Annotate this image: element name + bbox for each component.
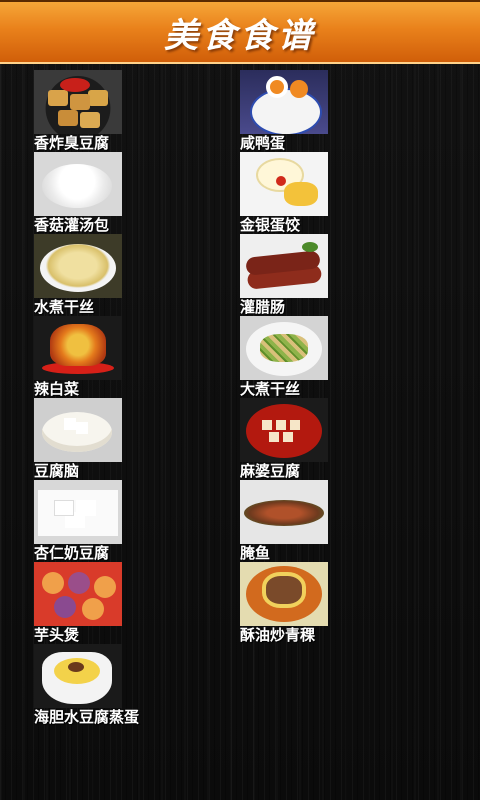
recipe-name: 杏仁奶豆腐: [34, 544, 110, 562]
recipe-name: 海胆水豆腐蒸蛋: [34, 708, 140, 726]
recipe-item[interactable]: 大煮干丝: [240, 316, 440, 398]
recipe-name: 灌腊肠: [240, 298, 286, 316]
recipe-item[interactable]: 麻婆豆腐: [240, 398, 440, 480]
recipe-item[interactable]: 咸鸭蛋: [240, 70, 440, 152]
recipe-name: 腌鱼: [240, 544, 271, 562]
recipe-thumbnail: [240, 70, 328, 134]
recipe-name: 麻婆豆腐: [240, 462, 301, 480]
recipe-thumbnail: [240, 398, 328, 462]
recipe-item[interactable]: 灌腊肠: [240, 234, 440, 316]
recipe-thumbnail: [34, 644, 122, 708]
recipe-thumbnail: [34, 152, 122, 216]
recipe-name: 豆腐脑: [34, 462, 80, 480]
recipe-name: 大煮干丝: [240, 380, 301, 398]
recipe-name: 香炸臭豆腐: [34, 134, 110, 152]
recipe-name: 酥油炒青稞: [240, 626, 316, 644]
recipe-thumbnail: [240, 562, 328, 626]
recipe-thumbnail: [34, 70, 122, 134]
recipe-thumbnail: [34, 234, 122, 298]
recipe-item[interactable]: 金银蛋饺: [240, 152, 440, 234]
recipe-item[interactable]: 辣白菜: [34, 316, 234, 398]
recipe-item[interactable]: 芋头煲: [34, 562, 234, 644]
recipe-name: 水煮干丝: [34, 298, 95, 316]
recipe-item[interactable]: 水煮干丝: [34, 234, 234, 316]
recipe-item[interactable]: 腌鱼: [240, 480, 440, 562]
recipe-thumbnail: [240, 234, 328, 298]
recipe-name: 金银蛋饺: [240, 216, 301, 234]
recipe-name: 辣白菜: [34, 380, 80, 398]
recipe-name: 香菇灌汤包: [34, 216, 110, 234]
recipe-thumbnail: [34, 316, 122, 380]
app-title: 美食食谱: [164, 15, 316, 56]
recipe-name: 咸鸭蛋: [240, 134, 286, 152]
recipe-thumbnail: [34, 398, 122, 462]
recipe-item[interactable]: 香菇灌汤包: [34, 152, 234, 234]
recipe-item[interactable]: 香炸臭豆腐: [34, 70, 234, 152]
recipe-item[interactable]: 豆腐脑: [34, 398, 234, 480]
recipe-thumbnail: [34, 562, 122, 626]
recipe-item[interactable]: 海胆水豆腐蒸蛋: [34, 644, 234, 726]
app-header: 美食食谱: [0, 0, 480, 64]
recipe-item[interactable]: 杏仁奶豆腐: [34, 480, 234, 562]
recipe-thumbnail: [240, 316, 328, 380]
recipe-item[interactable]: 酥油炒青稞: [240, 562, 440, 644]
recipe-thumbnail: [34, 480, 122, 544]
recipe-thumbnail: [240, 480, 328, 544]
recipe-name: 芋头煲: [34, 626, 80, 644]
recipe-thumbnail: [240, 152, 328, 216]
